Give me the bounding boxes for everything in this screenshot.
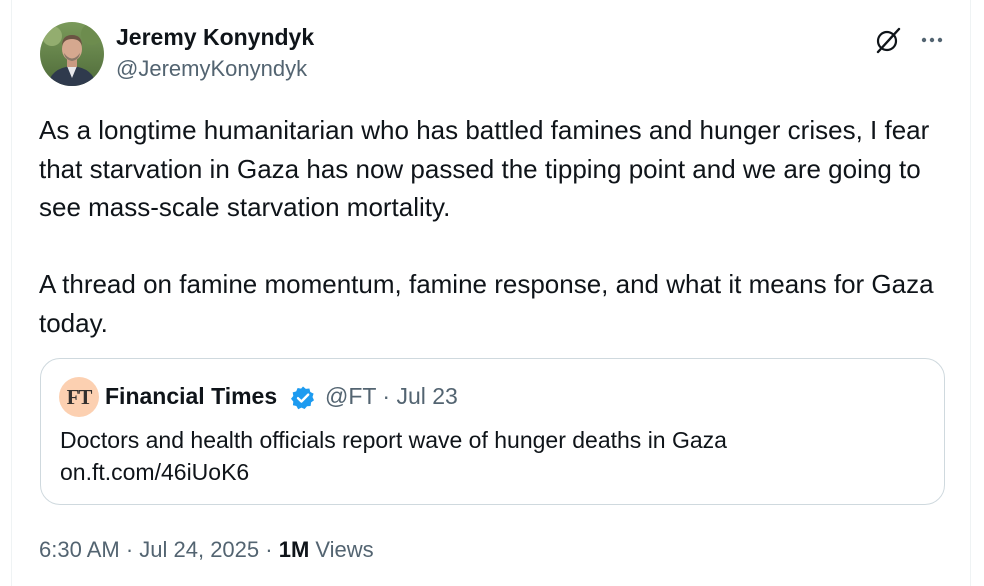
avatar[interactable] xyxy=(40,22,104,86)
quoted-link[interactable]: on.ft.com/46iUoK6 xyxy=(60,456,920,488)
quoted-headline: Doctors and health officials report wave… xyxy=(60,427,727,453)
tweet-footer: 6:30 AM · Jul 24, 2025 · 1M Views xyxy=(39,537,374,563)
ellipsis-icon[interactable] xyxy=(916,24,948,56)
verified-badge-icon xyxy=(290,385,316,411)
timestamp[interactable]: 6:30 AM · Jul 24, 2025 · xyxy=(39,537,279,562)
author-display-name[interactable]: Jeremy Konyndyk xyxy=(116,24,314,51)
views-count: 1M xyxy=(278,537,310,562)
quoted-handle-date: @FT · Jul 23 xyxy=(325,383,458,409)
ft-logo-icon: FT xyxy=(59,377,99,417)
views-label: Views xyxy=(309,537,374,562)
slashed-circle-icon[interactable] xyxy=(872,24,904,56)
quoted-author-name: Financial Times xyxy=(105,383,278,409)
quoted-tweet-text: Doctors and health officials report wave… xyxy=(60,424,920,488)
tweet-text: As a longtime humanitarian who has battl… xyxy=(39,115,934,338)
author-handle[interactable]: @JeremyKonyndyk xyxy=(116,56,307,82)
tweet-card: Jeremy Konyndyk @JeremyKonyndyk As a lon… xyxy=(11,0,971,586)
quoted-tweet[interactable]: FT Financial Times @FT · Jul 23 Doctors … xyxy=(40,358,945,505)
profile-photo-icon xyxy=(40,22,104,86)
